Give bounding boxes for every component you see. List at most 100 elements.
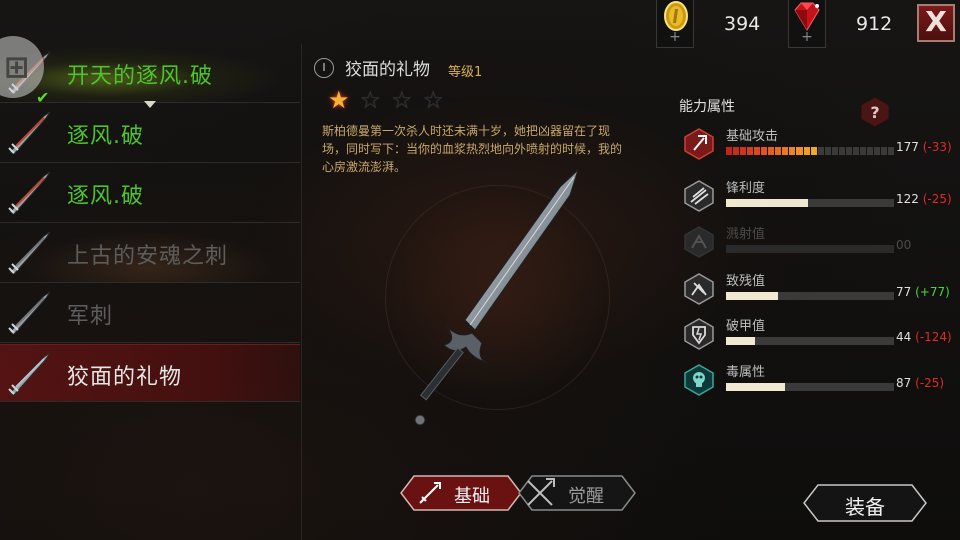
stat-bar-segment <box>845 147 852 155</box>
weapon-item[interactable]: 逐风.破 <box>0 164 300 223</box>
stat-number: 122 <box>896 192 919 206</box>
weapon-name: 开天的逐风.破 <box>67 64 213 89</box>
equip-button[interactable]: 装备 <box>803 484 927 522</box>
stat-row: 锋利度 122 (-25) <box>684 180 954 220</box>
stat-bar <box>726 292 894 300</box>
stat-row: 基础攻击 177 (-33) <box>684 128 954 168</box>
stat-row: 致残值 77 (+77) <box>684 273 954 313</box>
stat-bar-segment <box>740 147 747 155</box>
gems-amount: 912 <box>856 13 893 35</box>
tab-basic[interactable]: 基础 <box>400 475 522 511</box>
star-empty-icon: ☆ <box>359 86 382 114</box>
maim-icon <box>684 273 714 305</box>
add-gold-button[interactable]: + <box>657 29 693 45</box>
stat-bar-segment <box>747 147 754 155</box>
stat-name: 致残值 <box>726 274 766 289</box>
weapon-item[interactable]: 上古的安魂之刺 <box>0 224 300 283</box>
stat-bar-segment <box>775 147 782 155</box>
stat-name: 基础攻击 <box>726 129 779 144</box>
add-gems-button[interactable]: + <box>789 29 825 45</box>
weapon-name: 逐风.破 <box>67 124 144 149</box>
stat-delta: (-25) <box>915 376 945 390</box>
weapon-level: 等级1 <box>448 65 483 80</box>
stat-delta: (-124) <box>915 330 952 344</box>
row-divider <box>0 162 300 163</box>
weapon-item[interactable]: 开天的逐风.破 ✔ <box>0 44 300 108</box>
armor-break-icon <box>684 318 714 350</box>
weapon-item[interactable]: 军刺 <box>0 284 300 343</box>
weapon-thumb-icon <box>8 171 51 215</box>
weapon-item[interactable]: 狡面的礼物 <box>0 344 300 402</box>
weapon-name: 逐风.破 <box>67 184 144 209</box>
star-empty-icon: ☆ <box>422 86 445 114</box>
stat-bar-segment <box>782 147 789 155</box>
tab-awaken[interactable]: 觉醒 <box>518 475 636 511</box>
stat-value: 44 (-124) <box>896 330 952 344</box>
stat-bar-segment <box>873 147 881 155</box>
weapon-thumb-icon <box>8 291 51 335</box>
stat-bar-fill <box>726 199 809 207</box>
stat-bar-segment <box>810 147 817 155</box>
star-rating: ★ ☆ ☆ ☆ <box>328 88 444 112</box>
stat-bar-segment <box>838 147 845 155</box>
splash-icon <box>684 226 714 258</box>
stat-bar <box>726 147 895 155</box>
stat-bar-fill <box>726 337 755 345</box>
help-symbol: ? <box>870 103 879 122</box>
gems-slot[interactable]: + <box>788 0 826 48</box>
stat-value: 77 (+77) <box>896 285 950 299</box>
stat-number: 87 <box>896 376 912 390</box>
row-divider <box>0 282 300 283</box>
attack-icon <box>684 128 714 160</box>
sharpness-icon <box>684 180 714 212</box>
stat-bar-segment <box>733 147 740 155</box>
gold-slot[interactable]: + <box>656 0 694 48</box>
stat-bar-segment <box>761 147 768 155</box>
stat-bar-segment <box>803 147 810 155</box>
stat-bar-segment <box>859 147 866 155</box>
stat-value: 00 <box>896 238 911 252</box>
weapon-thumb-icon <box>8 231 51 275</box>
sword-tab-icon <box>419 482 441 504</box>
help-button[interactable]: ? <box>860 96 890 128</box>
tab-awaken-label: 觉醒 <box>568 486 604 507</box>
stat-number: 00 <box>896 238 912 252</box>
crossed-swords-icon <box>527 478 555 506</box>
star-empty-icon: ☆ <box>391 86 413 114</box>
stat-bar-segment <box>888 147 895 155</box>
weapon-thumb-icon <box>8 352 51 396</box>
stat-value: 177 (-33) <box>896 140 952 154</box>
stat-number: 177 <box>896 140 919 154</box>
help-icon: ? <box>860 96 890 128</box>
floating-menu-glyph: ⊞ <box>4 50 30 85</box>
weapon-name: 上古的安魂之刺 <box>67 244 229 269</box>
gold-amount: 394 <box>724 13 761 35</box>
close-button[interactable]: X <box>917 4 955 42</box>
stat-value: 87 (-25) <box>896 376 944 390</box>
stat-bar-segment <box>831 147 838 155</box>
stat-bar-segment <box>817 147 824 155</box>
rank-badge: I <box>314 58 334 78</box>
stat-delta: (+77) <box>915 285 950 299</box>
stat-name: 毒属性 <box>726 365 766 380</box>
stat-bar-segment <box>726 147 733 155</box>
stat-bar-segment <box>768 147 775 155</box>
stat-delta: (-25) <box>922 192 952 206</box>
stat-bar-fill <box>726 383 785 391</box>
stat-row: 破甲值 44 (-124) <box>684 318 954 358</box>
stat-bar <box>726 337 894 345</box>
stat-number: 44 <box>896 330 912 344</box>
weapon-item[interactable]: 逐风.破 <box>0 104 300 163</box>
stat-bar-fill <box>726 292 779 300</box>
weapon-name: 狡面的礼物 <box>67 365 183 390</box>
stat-number: 77 <box>896 285 912 299</box>
stat-bar <box>726 383 894 391</box>
weapon-thumb-icon <box>8 111 51 155</box>
stat-delta: (-33) <box>922 140 952 154</box>
stat-row: 溅射值 00 <box>684 226 954 266</box>
equip-button-label: 装备 <box>845 495 885 519</box>
poison-skull-icon <box>684 364 714 396</box>
stat-bar <box>726 199 894 207</box>
stat-bar-segment <box>754 147 761 155</box>
sword-image <box>414 169 579 426</box>
